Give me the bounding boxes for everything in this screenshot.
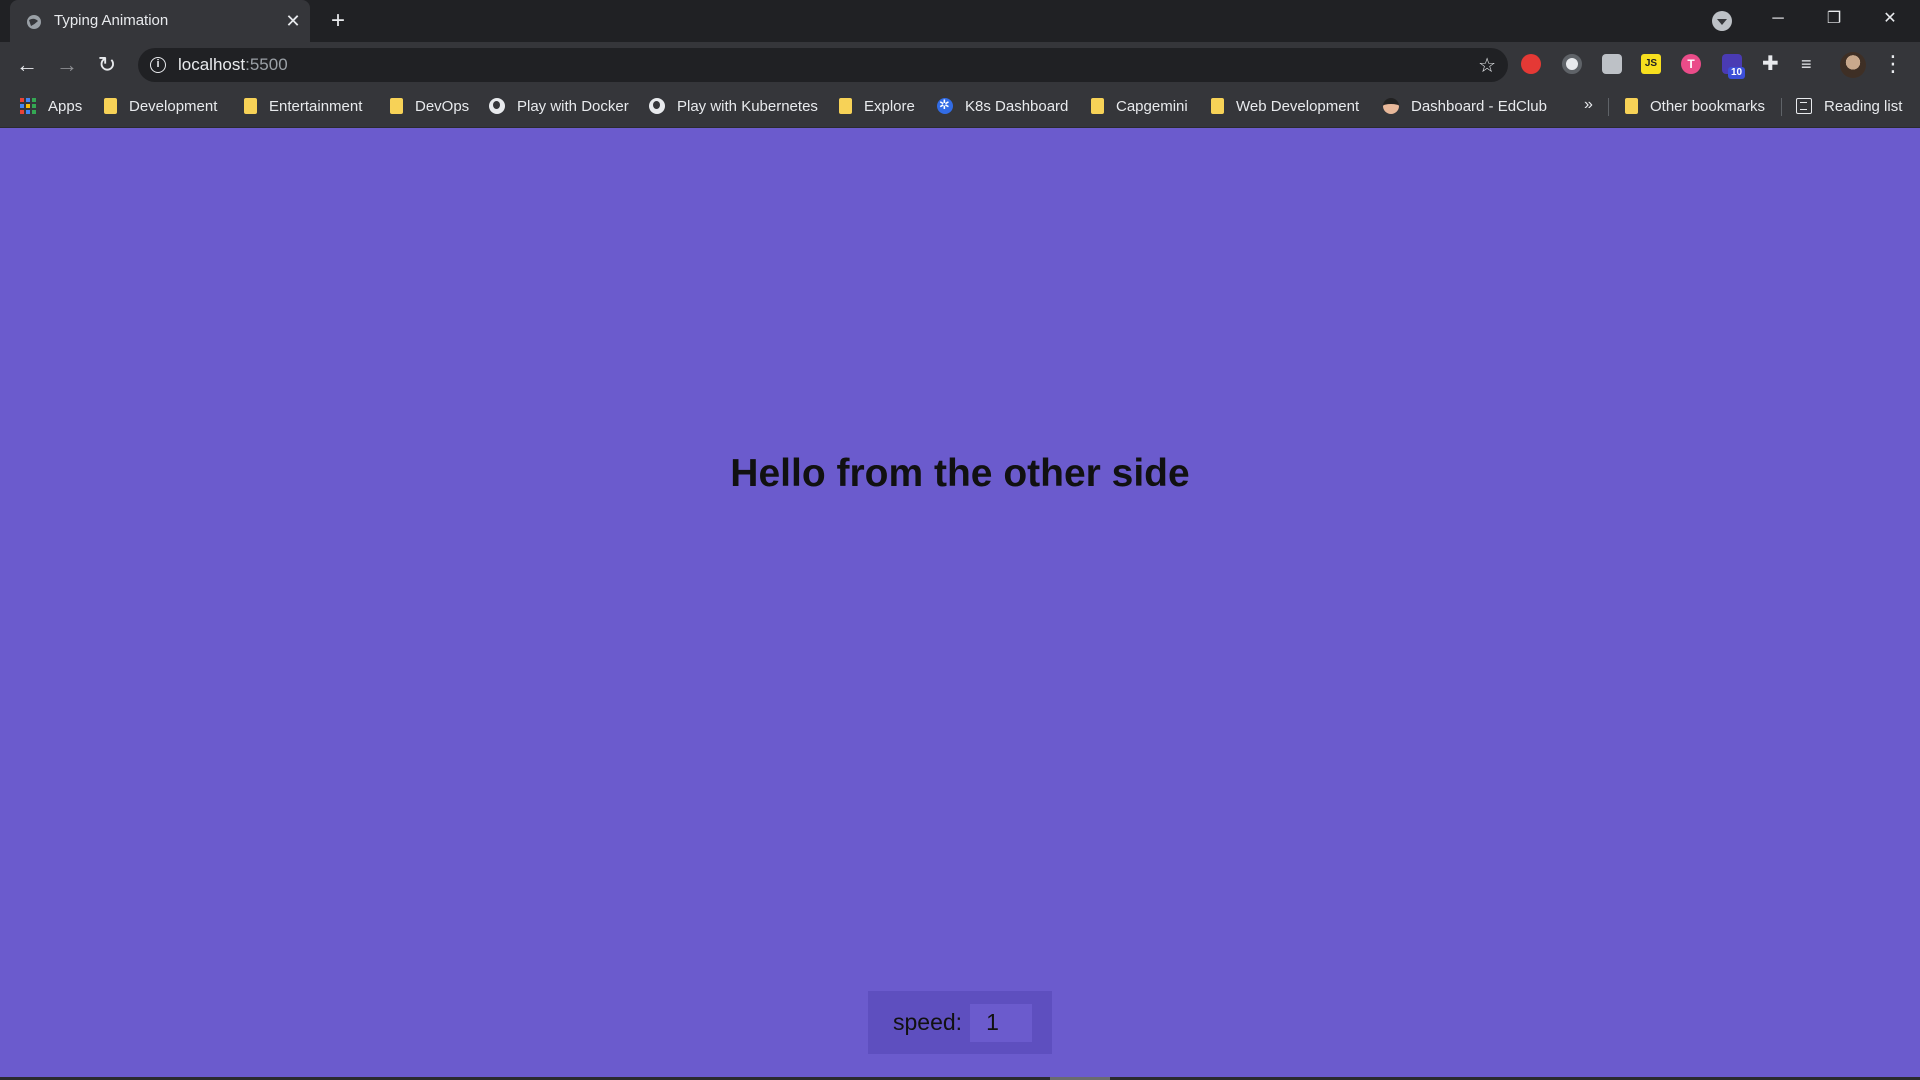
page-viewport: [0, 128, 1920, 1078]
url-text[interactable]: localhost:5500: [178, 55, 288, 75]
bookmarks-divider: [1608, 98, 1609, 116]
speed-input[interactable]: [970, 1003, 1033, 1042]
kubernetes-icon: [937, 97, 953, 114]
bookmark-explore[interactable]: Explore: [839, 88, 915, 124]
bookmark-label: Capgemini: [1116, 97, 1188, 115]
new-tab-button[interactable]: +: [325, 8, 351, 34]
tab-typing-animation[interactable]: Typing Animation ✕: [10, 0, 310, 42]
bookmarks-divider: [1781, 98, 1782, 116]
bookmark-play-with-kubernetes[interactable]: Play with Kubernetes: [649, 88, 818, 124]
bookmark-entertainment[interactable]: Entertainment: [244, 88, 362, 124]
reading-list-button[interactable]: Reading list: [1796, 88, 1902, 124]
reading-list-label: Reading list: [1824, 97, 1903, 115]
bookmark-label: Web Development: [1236, 97, 1360, 115]
extension-t-icon[interactable]: T: [1681, 54, 1701, 74]
folder-icon: [1091, 98, 1104, 114]
bookmark-label: Development: [129, 97, 218, 115]
bookmark-star-icon[interactable]: ☆: [1478, 53, 1496, 78]
extension-screenshot-icon[interactable]: [1602, 54, 1622, 74]
bookmark-other-bookmarks[interactable]: Other bookmarks: [1625, 88, 1765, 124]
extension-js-icon[interactable]: JS: [1641, 54, 1661, 74]
window-minimize-button[interactable]: ─: [1750, 0, 1806, 38]
site-info-icon[interactable]: i: [150, 57, 166, 73]
reading-list-icon: [1796, 98, 1812, 114]
browser-toolbar: ← → ↻ i localhost:5500 ☆: [0, 42, 1920, 88]
folder-icon: [839, 98, 852, 114]
bookmark-devops[interactable]: DevOps: [390, 88, 469, 124]
bookmark-label: Other bookmarks: [1650, 97, 1766, 115]
extension-block-icon[interactable]: [1562, 54, 1582, 74]
bookmark-dashboard-edclub[interactable]: Dashboard - EdClub: [1383, 88, 1547, 124]
bookmark-web-development[interactable]: Web Development: [1211, 88, 1359, 124]
speed-label: speed:: [893, 1009, 963, 1035]
extension-hand-icon[interactable]: [1521, 54, 1541, 74]
bookmark-label: Explore: [864, 97, 915, 115]
globe-icon: [649, 98, 665, 114]
bookmark-k8s-dashboard[interactable]: K8s Dashboard: [937, 88, 1068, 124]
window-close-button[interactable]: ✕: [1862, 0, 1918, 38]
extension-badge: 10: [1728, 67, 1746, 79]
edclub-icon: [1383, 98, 1399, 114]
globe-icon: [27, 15, 41, 29]
folder-icon: [104, 98, 117, 114]
media-control-icon[interactable]: ≡: [1801, 54, 1821, 74]
folder-icon: [1625, 98, 1638, 114]
bookmark-development[interactable]: Development: [104, 88, 217, 124]
globe-icon: [489, 98, 505, 114]
bookmark-label: Apps: [48, 97, 83, 115]
apps-icon: [20, 98, 36, 114]
bookmarks-overflow-icon[interactable]: »: [1584, 96, 1593, 114]
profile-avatar[interactable]: [1840, 52, 1866, 78]
speed-control: speed:: [868, 991, 1052, 1054]
folder-icon: [1211, 98, 1224, 114]
bookmark-capgemini[interactable]: Capgemini: [1091, 88, 1188, 124]
forward-button[interactable]: →: [52, 50, 82, 80]
tab-close-icon[interactable]: ✕: [282, 10, 304, 32]
folder-icon: [244, 98, 257, 114]
tab-strip: Typing Animation ✕ + ─ ❐ ✕: [0, 0, 1920, 42]
bookmarks-bar: Apps Development Entertainment DevOps Pl…: [0, 88, 1920, 128]
bookmark-label: K8s Dashboard: [965, 97, 1069, 115]
back-button[interactable]: ←: [12, 50, 42, 80]
url-host: localhost: [178, 55, 246, 74]
folder-icon: [390, 98, 403, 114]
bookmark-play-with-docker[interactable]: Play with Docker: [489, 88, 629, 124]
url-port: :5500: [245, 55, 288, 74]
extensions-puzzle-icon[interactable]: ✚: [1762, 54, 1782, 74]
tab-search-icon[interactable]: [1712, 11, 1732, 31]
window-restore-button[interactable]: ❐: [1806, 0, 1862, 38]
bookmark-label: Play with Docker: [517, 97, 629, 115]
reload-button[interactable]: ↻: [92, 50, 122, 80]
bookmark-apps[interactable]: Apps: [20, 88, 82, 124]
tab-title: Typing Animation: [54, 12, 169, 29]
address-bar[interactable]: i localhost:5500 ☆: [138, 48, 1508, 82]
bookmark-label: Entertainment: [269, 97, 363, 115]
menu-kebab-icon[interactable]: ⋮: [1882, 50, 1904, 78]
typing-headline: Hello from the other side: [730, 452, 1190, 495]
bookmark-label: DevOps: [415, 97, 470, 115]
bookmark-label: Dashboard - EdClub: [1411, 97, 1547, 115]
bookmark-label: Play with Kubernetes: [677, 97, 818, 115]
